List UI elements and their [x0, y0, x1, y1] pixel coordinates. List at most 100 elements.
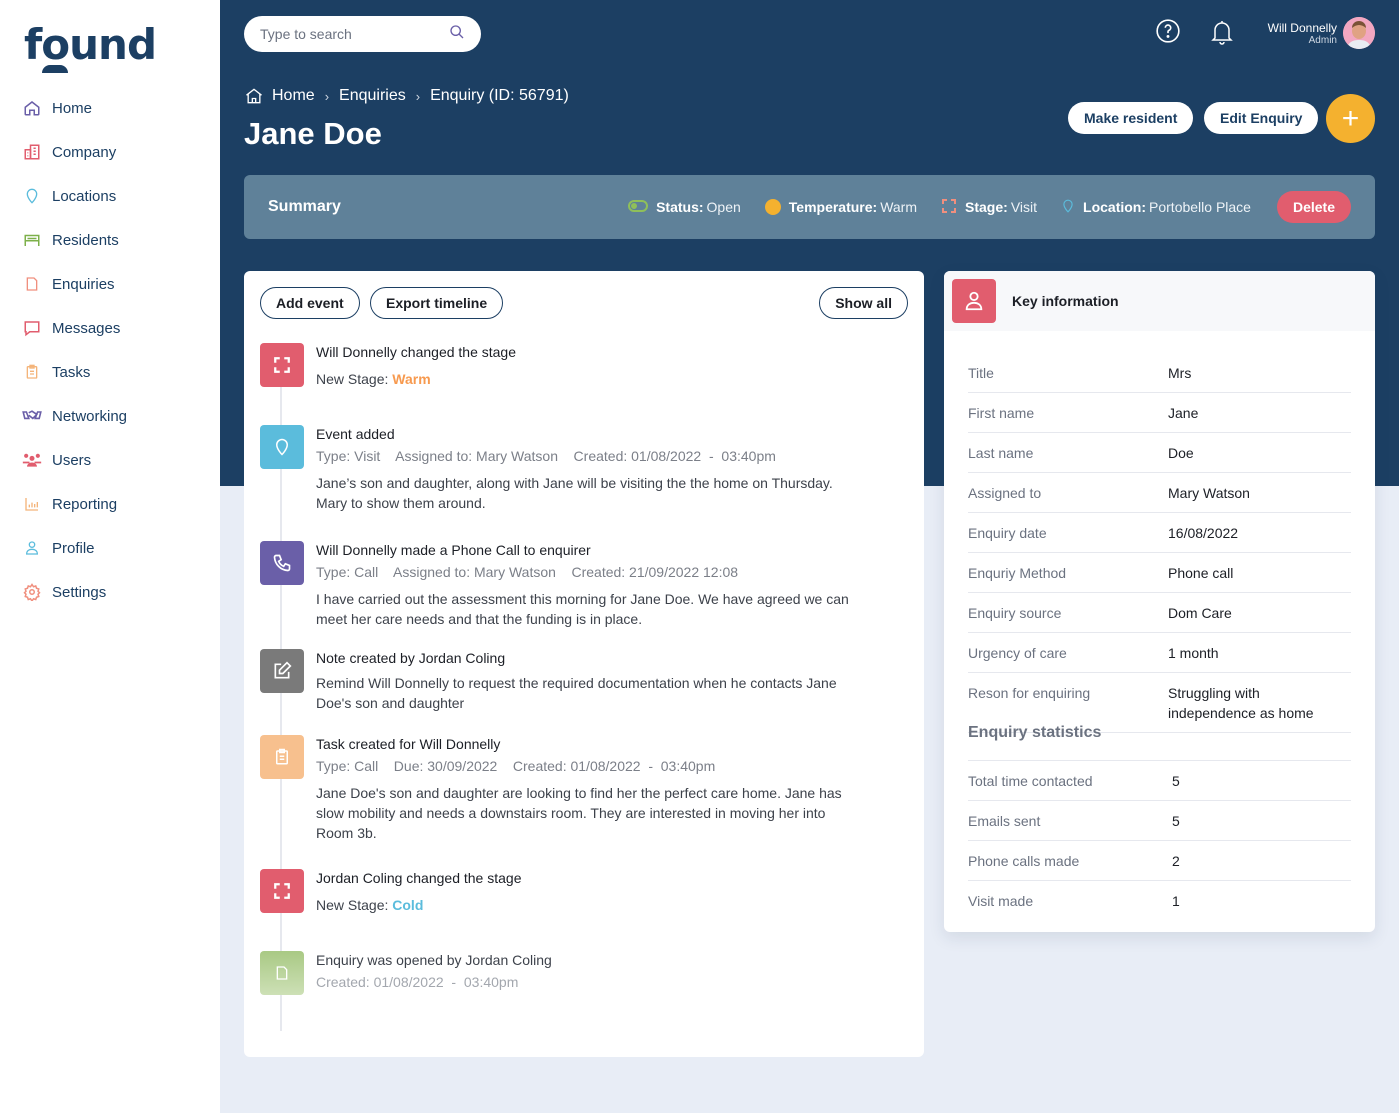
delete-button[interactable]: Delete [1276, 191, 1351, 223]
sidebar-item-tasks[interactable]: Tasks [22, 350, 127, 394]
sidebar-item-reporting[interactable]: Reporting [22, 482, 127, 526]
stat-label: Total time contacted [968, 773, 1093, 789]
bell-icon[interactable] [1210, 18, 1234, 51]
info-row: First name Jane [968, 393, 1351, 433]
enquiry-statistics-title: Enquiry statistics [968, 724, 1102, 741]
location-label: Location: [1083, 199, 1147, 215]
search-icon[interactable] [449, 24, 465, 45]
message-icon [22, 318, 42, 338]
timeline-title: Will Donnelly made a Phone Call to enqui… [316, 542, 591, 558]
key-information-card: Key information Title Mrs First name Jane … [944, 271, 1375, 932]
sidebar-item-label: Networking [52, 407, 128, 425]
info-value: 1 month [1168, 645, 1219, 661]
info-row: Enquriy Method Phone call [968, 553, 1351, 593]
stage-value: Warm [392, 371, 431, 387]
home-icon [22, 98, 42, 118]
info-value: Jane [1168, 405, 1199, 421]
chevron-right-icon: › [324, 88, 330, 104]
info-row: Assigned to Mary Watson [968, 473, 1351, 513]
timeline-desc: Jane’s son and daughter, along with Jane… [316, 475, 833, 511]
bed-icon [22, 230, 42, 250]
breadcrumb-current: Enquiry (ID: 56791) [430, 87, 569, 104]
stage-label: New Stage: [316, 371, 389, 387]
breadcrumb-enquiries[interactable]: Enquiries [339, 87, 406, 105]
info-value: Struggling with independence as home [1168, 685, 1314, 721]
stage-label: New Stage: [316, 897, 389, 913]
stat-value: 5 [1172, 813, 1180, 829]
sidebar-item-home[interactable]: Home [22, 86, 127, 130]
building-icon [22, 142, 42, 162]
stat-value: 5 [1172, 773, 1180, 789]
breadcrumb-home[interactable]: Home [272, 87, 315, 105]
stat-value: 2 [1172, 853, 1180, 869]
stat-row: Total time contacted 5 [968, 761, 1351, 801]
breadcrumb: Home › Enquiries › Enquiry (ID: 56791) [244, 86, 569, 106]
document-icon [22, 274, 42, 294]
location-pin-icon [1061, 197, 1075, 218]
user-menu[interactable]: Will Donnelly Admin [1268, 17, 1375, 49]
sidebar-item-label: Settings [52, 583, 107, 601]
add-event-button[interactable]: Add event [260, 287, 360, 319]
search-box[interactable] [244, 16, 481, 52]
user-icon [952, 279, 996, 323]
info-label: Urgency of care [968, 645, 1067, 661]
stage-value: Cold [392, 897, 424, 913]
user-icon [22, 538, 42, 558]
sidebar-item-messages[interactable]: Messages [22, 306, 127, 350]
info-label: Enquiry source [968, 605, 1062, 621]
info-value: Doe [1168, 445, 1194, 461]
stat-row: Visit made 1 [968, 881, 1351, 920]
make-resident-button[interactable]: Make resident [1068, 102, 1194, 134]
timeline-title: Task created for Will Donnelly [316, 736, 501, 752]
bar-chart-icon [22, 494, 42, 514]
chevron-right-icon: › [415, 88, 421, 104]
timeline-desc: Remind Will Donnelly to request the requ… [316, 675, 837, 711]
stage-cycle-icon [260, 869, 304, 913]
sidebar-item-residents[interactable]: Residents [22, 218, 127, 262]
stage-cycle-icon [260, 343, 304, 387]
temperature-item: Temperature: Warm [764, 199, 917, 215]
user-role: Admin [1308, 34, 1337, 46]
sidebar-item-locations[interactable]: Locations [22, 174, 127, 218]
timeline-meta: Created: 01/08/2022 - 03:40pm [316, 974, 519, 990]
sidebar: found Home Company Locations Residents E… [0, 0, 220, 1113]
timeline-meta: Type: Call Assigned to: Mary Watson Crea… [316, 564, 739, 580]
stat-row: Phone calls made 2 [968, 841, 1351, 881]
info-value: Phone call [1168, 565, 1234, 581]
info-label: Last name [968, 445, 1034, 461]
sidebar-item-users[interactable]: Users [22, 438, 127, 482]
sidebar-item-networking[interactable]: Networking [22, 394, 127, 438]
stat-label: Visit made [968, 893, 1034, 909]
statistics-list: Total time contacted 5 Emails sent 5 Phone… [968, 760, 1351, 920]
sidebar-item-label: Reporting [52, 495, 118, 513]
sidebar-item-settings[interactable]: Settings [22, 570, 127, 614]
sidebar-item-profile[interactable]: Profile [22, 526, 127, 570]
logo[interactable]: found [24, 20, 157, 73]
stat-value: 1 [1172, 893, 1180, 909]
sidebar-item-company[interactable]: Company [22, 130, 127, 174]
status-value: Open [706, 199, 741, 215]
summary-bar: Summary Status: Open Temperature: Warm S… [244, 175, 1375, 239]
show-all-button[interactable]: Show all [819, 287, 908, 319]
avatar[interactable] [1343, 17, 1375, 49]
stage-value: Visit [1010, 199, 1038, 215]
export-timeline-button[interactable]: Export timeline [370, 287, 504, 319]
sidebar-item-label: Home [52, 99, 93, 117]
edit-enquiry-button[interactable]: Edit Enquiry [1204, 102, 1319, 134]
sidebar-item-label: Users [52, 451, 92, 469]
location-item: Location: Portobello Place [1061, 197, 1251, 218]
stat-label: Emails sent [968, 813, 1041, 829]
help-icon[interactable] [1155, 18, 1181, 49]
search-input[interactable] [260, 26, 449, 42]
gear-icon [22, 582, 42, 602]
location-value: Portobello Place [1149, 199, 1251, 215]
add-button[interactable]: + [1326, 94, 1375, 143]
info-row: Enquiry source Dom Care [968, 593, 1351, 633]
home-icon[interactable] [244, 86, 264, 106]
clipboard-icon [22, 362, 42, 382]
sidebar-item-enquiries[interactable]: Enquiries [22, 262, 127, 306]
status-item: Status: Open [628, 199, 741, 215]
info-value: Mary Watson [1168, 485, 1250, 501]
info-value: Dom Care [1168, 605, 1232, 621]
info-label: Enquriy Method [968, 565, 1067, 581]
